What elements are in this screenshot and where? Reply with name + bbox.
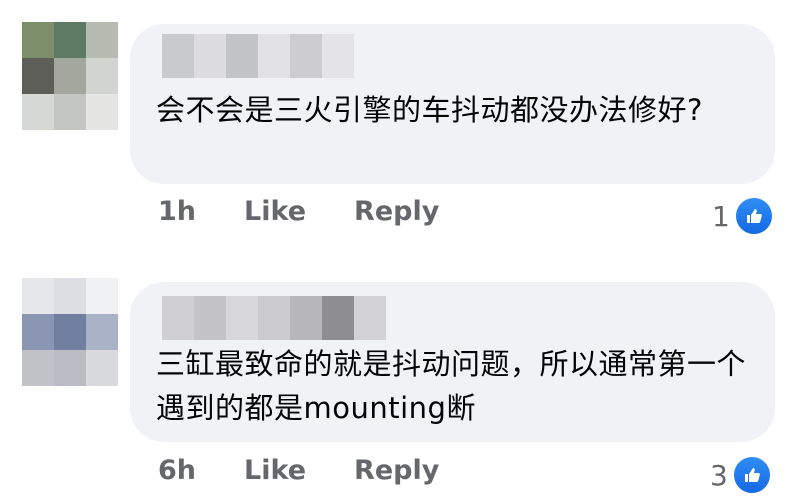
reaction-count: 1 — [712, 199, 730, 233]
comment-actions: 6h Like Reply — [158, 455, 439, 486]
comment-bubble: 会不会是三火引擎的车抖动都没办法修好? — [130, 24, 775, 184]
timestamp[interactable]: 1h — [158, 196, 196, 227]
like-button[interactable]: Like — [244, 196, 306, 227]
comment-bubble: 三缸最致命的就是抖动问题，所以通常第一个遇到的都是mounting断 — [130, 282, 775, 442]
author-name[interactable] — [162, 34, 354, 78]
comment-text: 会不会是三火引擎的车抖动都没办法修好? — [156, 93, 703, 127]
timestamp[interactable]: 6h — [158, 455, 196, 486]
reaction-summary[interactable]: 3 — [710, 455, 772, 495]
like-button[interactable]: Like — [244, 455, 306, 486]
avatar[interactable] — [22, 278, 118, 386]
comment-text: 三缸最致命的就是抖动问题，所以通常第一个遇到的都是mounting断 — [156, 347, 747, 425]
reply-button[interactable]: Reply — [354, 196, 439, 227]
like-reaction-icon — [733, 196, 774, 236]
reaction-count: 3 — [710, 458, 728, 492]
reaction-summary[interactable]: 1 — [712, 196, 774, 236]
reply-button[interactable]: Reply — [354, 455, 439, 486]
comment-actions: 1h Like Reply — [158, 196, 439, 227]
like-reaction-icon — [731, 455, 772, 495]
avatar[interactable] — [22, 22, 118, 130]
author-name[interactable] — [162, 296, 386, 340]
